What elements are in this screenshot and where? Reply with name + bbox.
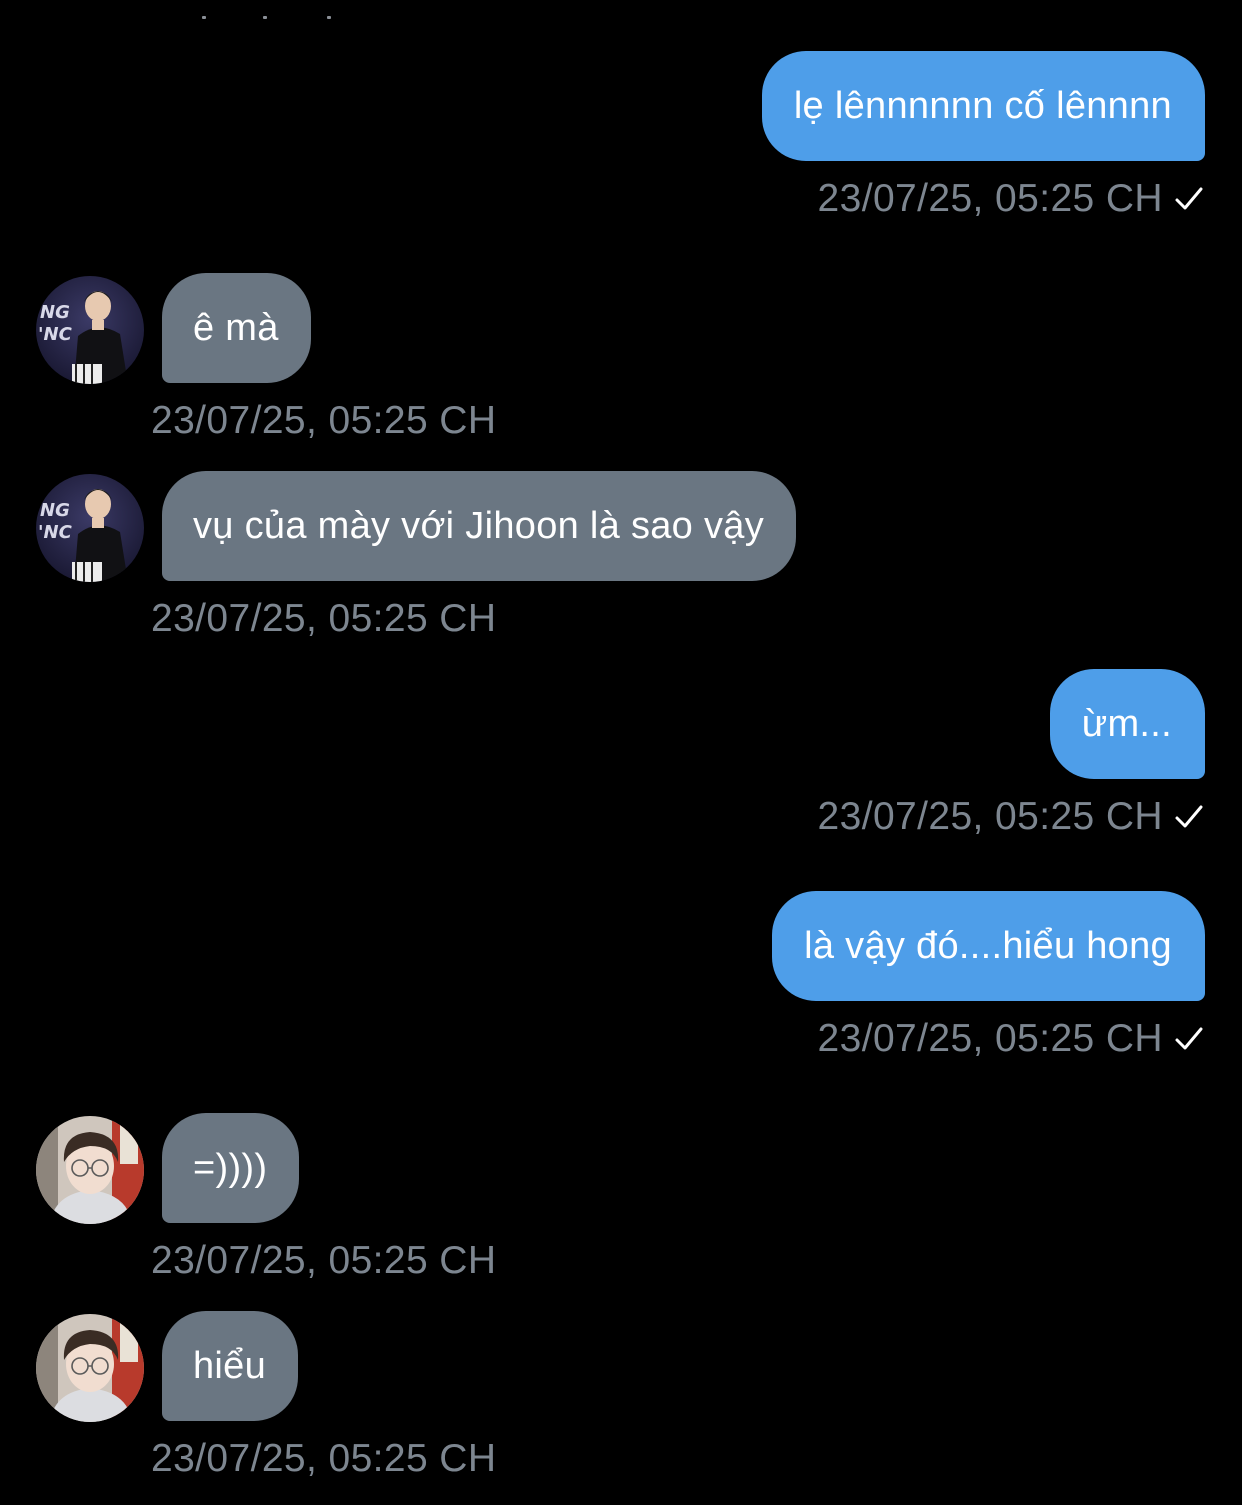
message-timestamp: 23/07/25, 05:25 CH [151, 1437, 497, 1480]
svg-text:'NC: 'NC [38, 522, 73, 543]
message-meta: 23/07/25, 05:25 CH [818, 794, 1205, 840]
incoming-message-bubble[interactable]: =)))) [162, 1113, 300, 1223]
contact-avatar[interactable]: NG 'NC [36, 276, 144, 384]
message-timestamp: 23/07/25, 05:25 CH [817, 795, 1163, 838]
svg-text:'NC: 'NC [38, 324, 73, 345]
svg-text:NG: NG [40, 302, 70, 323]
message-timestamp: 23/07/25, 05:25 CH [817, 177, 1163, 220]
message-text: hiểu [193, 1345, 267, 1387]
avatar-performer-icon: NG 'NC [36, 276, 144, 384]
contact-avatar[interactable] [36, 1314, 144, 1422]
svg-text:NG: NG [40, 500, 70, 521]
message-text: ê mà [193, 307, 279, 349]
message-meta: 23/07/25, 05:25 CH [818, 176, 1205, 222]
message-timestamp: 23/07/25, 05:25 CH [151, 597, 497, 640]
message-timestamp: 23/07/25, 05:25 CH [151, 399, 497, 442]
outgoing-message-bubble[interactable]: là vậy đó....hiểu hong [772, 891, 1205, 1001]
check-icon [1175, 187, 1203, 210]
check-icon [1175, 1027, 1203, 1050]
scroll-fade-dots [190, 6, 350, 22]
outgoing-message-bubble[interactable]: ừm... [1049, 669, 1205, 779]
incoming-message-bubble[interactable]: vụ của mày với Jihoon là sao vậy [162, 471, 797, 581]
message-text: lẹ lênnnnnn cố lênnnn [793, 85, 1172, 127]
message-text: ừm... [1081, 703, 1172, 745]
avatar-performer-icon: NG 'NC [36, 474, 144, 582]
message-text: là vậy đó....hiểu hong [804, 925, 1172, 967]
message-timestamp: 23/07/25, 05:25 CH [817, 1017, 1163, 1060]
message-text: vụ của mày với Jihoon là sao vậy [193, 505, 765, 547]
avatar-glasses-icon [36, 1314, 144, 1422]
avatar-glasses-icon [36, 1116, 144, 1224]
message-text: =)))) [193, 1147, 268, 1189]
message-meta: 23/07/25, 05:25 CH [818, 1016, 1205, 1062]
check-icon [1175, 805, 1203, 828]
incoming-message-bubble[interactable]: hiểu [162, 1311, 299, 1421]
contact-avatar[interactable]: NG 'NC [36, 474, 144, 582]
message-timestamp: 23/07/25, 05:25 CH [151, 1239, 497, 1282]
outgoing-message-bubble[interactable]: lẹ lênnnnnn cố lênnnn [761, 51, 1205, 161]
contact-avatar[interactable] [36, 1116, 144, 1224]
incoming-message-bubble[interactable]: ê mà [162, 273, 311, 383]
